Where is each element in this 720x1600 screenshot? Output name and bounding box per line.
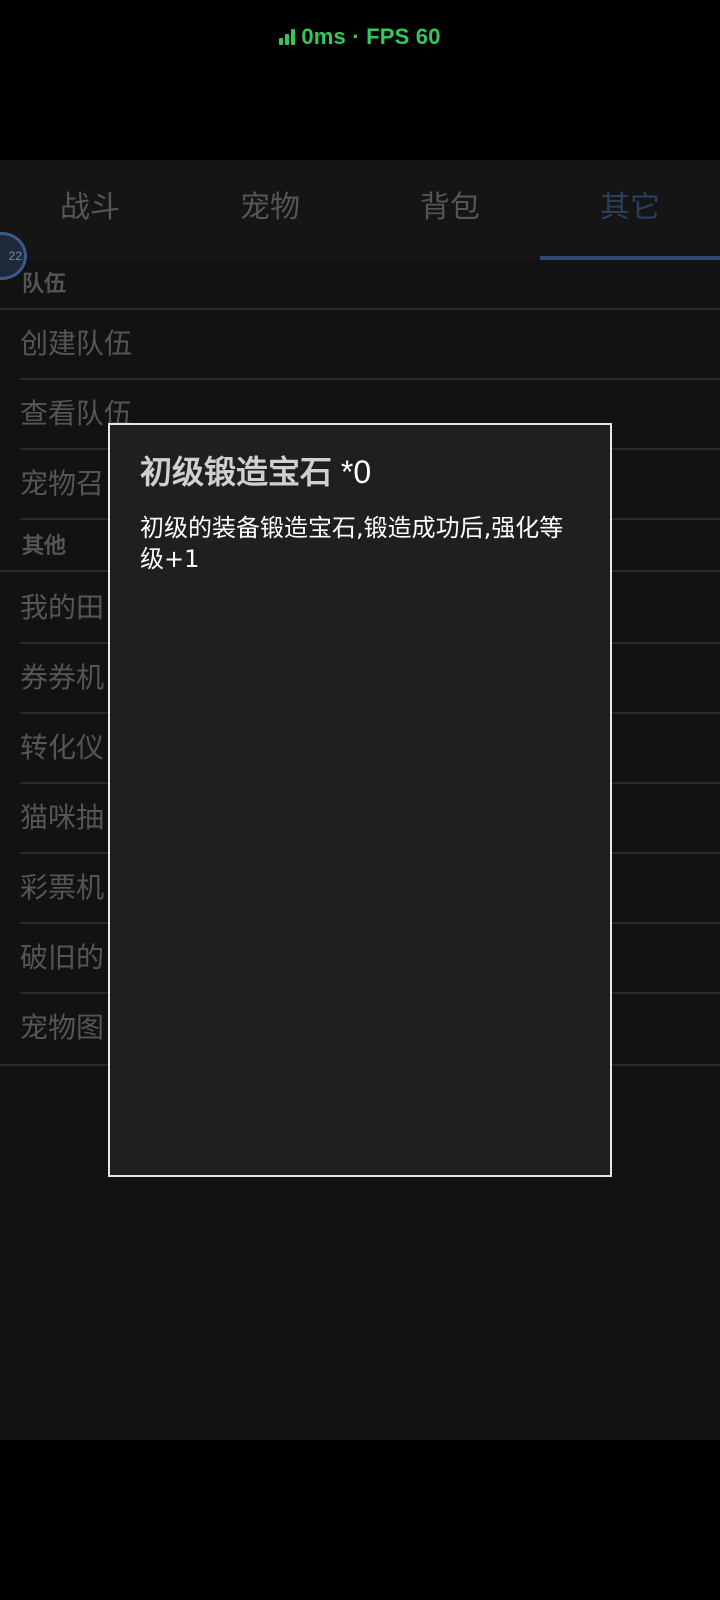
item-detail-dialog[interactable]: 初级锻造宝石 *0 初级的装备锻造宝石,锻造成功后,强化等级+1 (108, 423, 612, 1177)
list-item-create-team[interactable]: 创建队伍 (20, 310, 720, 380)
item-name: 初级锻造宝石 (140, 453, 333, 491)
tab-battle[interactable]: 战斗 (0, 160, 180, 260)
network-status: 0ms · FPS 60 (0, 24, 720, 50)
item-description: 初级的装备锻造宝石,锻造成功后,强化等级+1 (140, 514, 564, 573)
tab-bar: 战斗 宠物 背包 其它 (0, 160, 720, 260)
item-count: *0 (332, 454, 372, 490)
screen: 0ms · FPS 60 战斗 宠物 背包 其它 队伍 创建队伍 查看队伍 宠物… (0, 0, 720, 1600)
tab-backpack[interactable]: 背包 (360, 160, 540, 260)
tab-pets[interactable]: 宠物 (180, 160, 360, 260)
signal-icon (279, 29, 296, 45)
tab-other[interactable]: 其它 (540, 160, 720, 260)
dialog-title: 初级锻造宝石 *0 (140, 447, 580, 493)
section-header-team: 队伍 (0, 260, 720, 310)
network-status-text: 0ms · FPS 60 (301, 24, 441, 49)
avatar-text: 22 (8, 249, 22, 263)
